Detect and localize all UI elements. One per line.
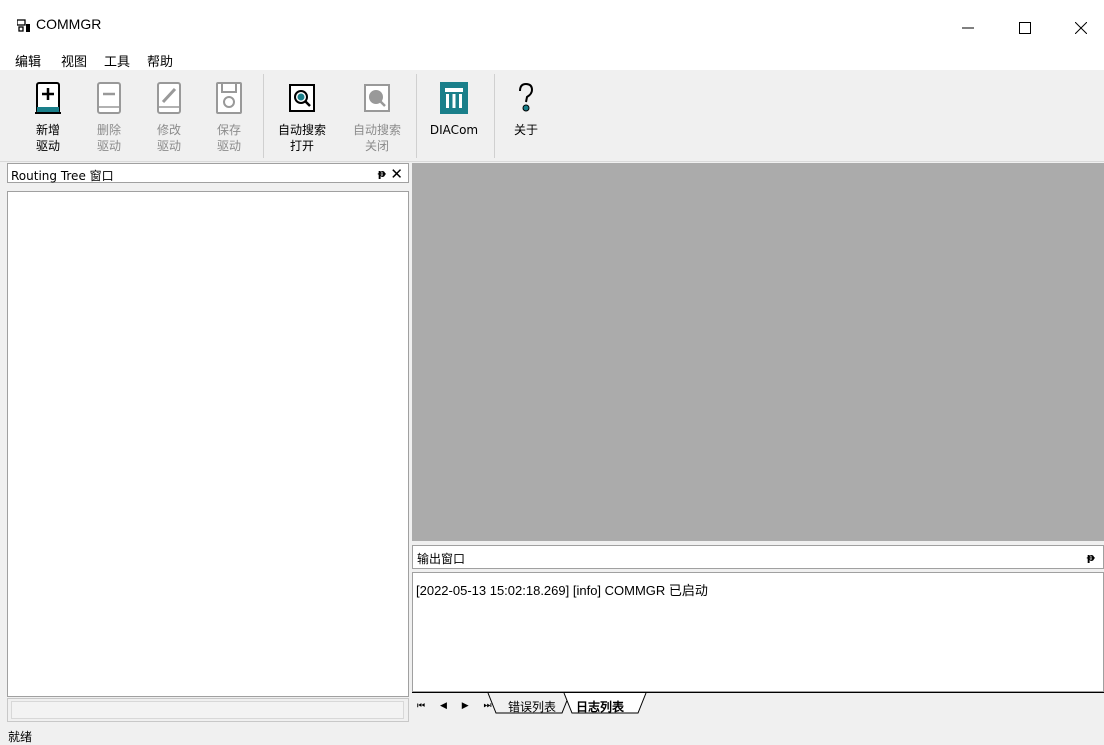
status-bar: 就绪	[0, 724, 1104, 744]
auto-search-open-button[interactable]: 自动搜索 打开	[270, 72, 334, 160]
menu-view[interactable]: 视图	[61, 51, 87, 70]
diacom-icon	[440, 82, 468, 114]
save-driver-button[interactable]: 保存 驱动	[201, 72, 257, 160]
add-driver-label-2: 驱动	[35, 139, 60, 153]
about-button[interactable]: 关于	[504, 72, 548, 160]
toolbar: 新增 驱动 删除 驱动 修改 驱动 保存 驱动 自动搜索 打开 自动搜索 关闭 …	[0, 70, 1104, 162]
add-driver-button[interactable]: 新增 驱动	[20, 72, 76, 160]
maximize-icon	[1019, 22, 1031, 34]
menu-edit[interactable]: 编辑	[15, 51, 41, 70]
output-tabs-bar: ⏮ ◀ ▶ ⏭ 错误列表 日志列表	[412, 692, 1104, 721]
delete-driver-button[interactable]: 删除 驱动	[81, 72, 137, 160]
routing-tree-close-icon[interactable]: ✕	[390, 165, 403, 183]
save-driver-label-1: 保存	[216, 123, 241, 137]
output-title: 输出窗口	[417, 552, 466, 566]
menu-help[interactable]: 帮助	[147, 51, 173, 70]
close-button[interactable]	[1058, 10, 1104, 46]
log-line: [2022-05-13 15:02:18.269] [info] COMMGR …	[416, 583, 708, 598]
edit-driver-label-1: 修改	[156, 123, 181, 137]
toolbar-separator	[416, 74, 417, 158]
auto-search-open-icon	[289, 84, 315, 112]
title-bar: COMMGR	[0, 0, 1104, 48]
menu-tools[interactable]: 工具	[104, 51, 130, 70]
save-driver-label-2: 驱动	[216, 139, 241, 153]
minimize-icon	[962, 27, 974, 29]
mdi-client-area	[412, 163, 1104, 541]
about-label: 关于	[513, 123, 538, 137]
routing-tree-view[interactable]	[7, 191, 409, 697]
diacom-button[interactable]: DIACom	[424, 72, 484, 160]
routing-tree-header: Routing Tree 窗口 ᵽ ✕	[7, 163, 409, 183]
auto-search-open-label-2: 打开	[289, 139, 314, 153]
close-icon	[1075, 22, 1087, 34]
toolbar-separator	[494, 74, 495, 158]
status-text: 就绪	[8, 730, 33, 744]
about-icon	[519, 82, 534, 112]
auto-search-close-label-2: 关闭	[364, 139, 389, 153]
delete-driver-label-1: 删除	[96, 123, 121, 137]
auto-search-close-label-1: 自动搜索	[352, 123, 401, 137]
menu-bar: 编辑 视图 工具 帮助	[0, 48, 1104, 70]
scrollbar-track[interactable]	[11, 701, 404, 719]
tab-error-list[interactable]: 错误列表	[498, 695, 566, 717]
save-driver-icon	[216, 82, 242, 114]
toolbar-separator	[263, 74, 264, 158]
pin-icon[interactable]: ᵽ	[378, 167, 386, 180]
output-pin-icon[interactable]: ᵽ	[1087, 551, 1095, 564]
add-driver-label-1: 新增	[35, 123, 60, 137]
maximize-button[interactable]	[1002, 10, 1048, 46]
minimize-button[interactable]	[945, 10, 991, 46]
window-title: COMMGR	[36, 16, 102, 32]
tab-log-list[interactable]: 日志列表	[566, 695, 634, 717]
edit-driver-button[interactable]: 修改 驱动	[141, 72, 197, 160]
edit-driver-icon	[157, 82, 181, 114]
routing-tree-panel: Routing Tree 窗口 ᵽ ✕	[7, 163, 409, 723]
output-log-view[interactable]: [2022-05-13 15:02:18.269] [info] COMMGR …	[412, 572, 1104, 692]
routing-tree-scrollbar[interactable]	[7, 698, 409, 722]
routing-tree-title: Routing Tree 窗口	[11, 169, 114, 183]
delete-driver-icon	[97, 82, 121, 114]
auto-search-close-button[interactable]: 自动搜索 关闭	[345, 72, 409, 160]
add-driver-icon	[35, 82, 61, 114]
auto-search-close-icon	[364, 84, 390, 112]
diacom-label: DIACom	[429, 123, 479, 137]
output-header: 输出窗口 ᵽ	[412, 545, 1104, 569]
app-icon	[17, 19, 30, 32]
edit-driver-label-2: 驱动	[156, 139, 181, 153]
delete-driver-label-2: 驱动	[96, 139, 121, 153]
auto-search-open-label-1: 自动搜索	[277, 123, 326, 137]
